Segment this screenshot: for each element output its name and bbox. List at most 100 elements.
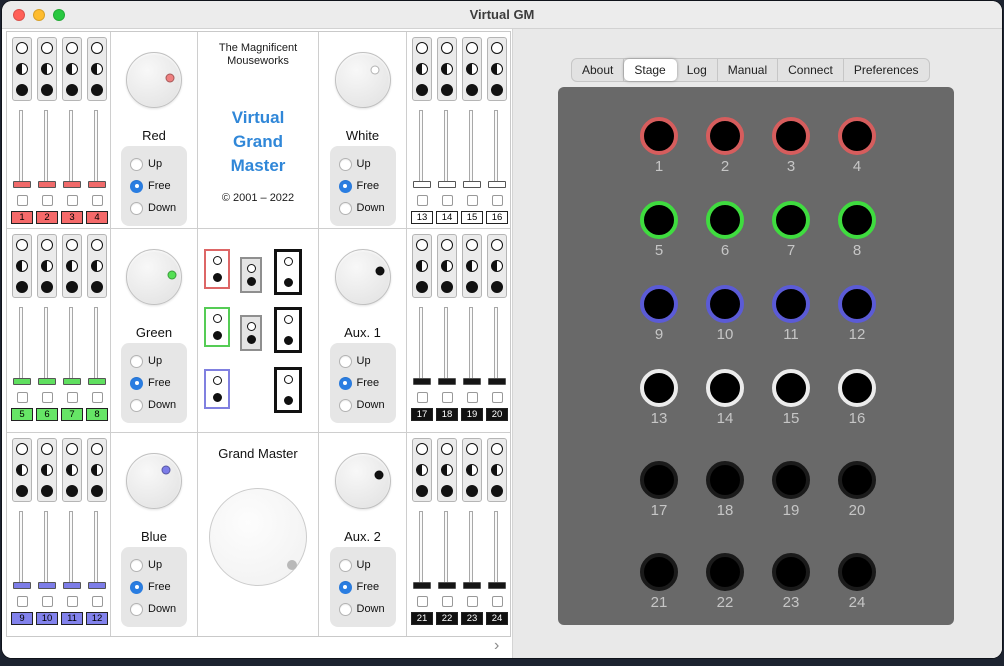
channel-fader[interactable] — [87, 511, 107, 589]
channel-fader[interactable] — [462, 110, 482, 188]
channel-fader[interactable] — [62, 110, 82, 188]
radio-down[interactable] — [339, 603, 352, 616]
radio-option-down[interactable]: Down — [130, 598, 187, 620]
channel-switch-up[interactable] — [16, 443, 28, 455]
channel-switch-down[interactable] — [91, 84, 103, 96]
radio-free[interactable] — [130, 180, 143, 193]
radio-option-down[interactable]: Down — [339, 598, 396, 620]
channel-fader[interactable] — [37, 511, 57, 589]
channel-fader[interactable] — [12, 307, 32, 385]
fader-thumb[interactable] — [38, 378, 56, 385]
channel-fader[interactable] — [12, 511, 32, 589]
fader-thumb[interactable] — [463, 582, 481, 589]
channel-switch-up[interactable] — [66, 443, 78, 455]
radio-option-free[interactable]: Free — [339, 175, 396, 197]
fader-thumb[interactable] — [438, 181, 456, 188]
fader-thumb[interactable] — [438, 582, 456, 589]
channel-switch-down[interactable] — [491, 281, 503, 293]
radio-option-up[interactable]: Up — [130, 350, 187, 372]
gray-assign-switch-1[interactable] — [240, 257, 262, 293]
channel-switch-up[interactable] — [416, 443, 428, 455]
channel-switch-down[interactable] — [491, 485, 503, 497]
channel-fader[interactable] — [462, 307, 482, 385]
channel-switch-down[interactable] — [16, 485, 28, 497]
channel-fader[interactable] — [62, 511, 82, 589]
radio-free[interactable] — [130, 377, 143, 390]
minimize-button[interactable] — [33, 9, 45, 21]
channel-checkbox[interactable] — [417, 392, 428, 403]
radio-up[interactable] — [130, 355, 143, 368]
channel-checkbox[interactable] — [92, 392, 103, 403]
fader-thumb[interactable] — [88, 582, 106, 589]
black-assign-switch-3[interactable] — [274, 367, 302, 413]
radio-down[interactable] — [130, 202, 143, 215]
radio-up[interactable] — [339, 158, 352, 171]
fader-thumb[interactable] — [413, 378, 431, 385]
radio-option-up[interactable]: Up — [339, 554, 396, 576]
channel-switch-down[interactable] — [41, 84, 53, 96]
channel-switch-mid[interactable] — [66, 260, 78, 272]
channel-switch-mid[interactable] — [91, 260, 103, 272]
radio-free[interactable] — [339, 581, 352, 594]
channel-switch-mid[interactable] — [441, 464, 453, 476]
channel-checkbox[interactable] — [467, 596, 478, 607]
channel-switch-mid[interactable] — [66, 63, 78, 75]
channel-fader[interactable] — [487, 110, 507, 188]
channel-switch-up[interactable] — [91, 239, 103, 251]
channel-switch-up[interactable] — [441, 239, 453, 251]
radio-up[interactable] — [130, 158, 143, 171]
radio-option-down[interactable]: Down — [130, 394, 187, 416]
close-button[interactable] — [13, 9, 25, 21]
channel-fader[interactable] — [437, 110, 457, 188]
red-knob[interactable] — [126, 52, 182, 108]
fader-thumb[interactable] — [488, 181, 506, 188]
channel-fader[interactable] — [37, 110, 57, 188]
red-assign-switch[interactable] — [204, 249, 230, 289]
channel-switch-up[interactable] — [491, 42, 503, 54]
channel-switch-down[interactable] — [416, 281, 428, 293]
channel-switch-up[interactable] — [91, 443, 103, 455]
radio-down[interactable] — [130, 399, 143, 412]
channel-switch-up[interactable] — [441, 443, 453, 455]
black-assign-switch-2[interactable] — [274, 307, 302, 353]
channel-switch-down[interactable] — [416, 485, 428, 497]
channel-fader[interactable] — [487, 511, 507, 589]
channel-switch-up[interactable] — [41, 42, 53, 54]
channel-checkbox[interactable] — [92, 195, 103, 206]
channel-fader[interactable] — [412, 511, 432, 589]
channel-fader[interactable] — [437, 307, 457, 385]
green-knob[interactable] — [126, 249, 182, 305]
radio-option-down[interactable]: Down — [339, 394, 396, 416]
tab-connect[interactable]: Connect — [778, 59, 844, 81]
radio-up[interactable] — [130, 559, 143, 572]
grand-master-knob[interactable] — [209, 488, 307, 586]
gray-assign-switch-2[interactable] — [240, 315, 262, 351]
fader-thumb[interactable] — [413, 582, 431, 589]
blue-knob[interactable] — [126, 453, 182, 509]
radio-option-down[interactable]: Down — [339, 197, 396, 219]
fader-thumb[interactable] — [88, 181, 106, 188]
channel-switch-down[interactable] — [441, 84, 453, 96]
channel-checkbox[interactable] — [442, 195, 453, 206]
fader-thumb[interactable] — [63, 181, 81, 188]
fader-thumb[interactable] — [63, 582, 81, 589]
next-page-chevron-icon[interactable]: › — [488, 635, 505, 657]
radio-option-down[interactable]: Down — [130, 197, 187, 219]
black-assign-switch-1[interactable] — [274, 249, 302, 295]
channel-switch-mid[interactable] — [491, 63, 503, 75]
channel-fader[interactable] — [462, 511, 482, 589]
channel-switch-down[interactable] — [416, 84, 428, 96]
radio-option-up[interactable]: Up — [339, 153, 396, 175]
channel-switch-mid[interactable] — [466, 63, 478, 75]
channel-switch-up[interactable] — [491, 443, 503, 455]
channel-checkbox[interactable] — [42, 195, 53, 206]
fader-thumb[interactable] — [413, 181, 431, 188]
radio-free[interactable] — [339, 377, 352, 390]
channel-switch-up[interactable] — [416, 42, 428, 54]
aux-1-knob[interactable] — [335, 249, 391, 305]
channel-switch-mid[interactable] — [491, 464, 503, 476]
radio-option-free[interactable]: Free — [130, 175, 187, 197]
channel-switch-up[interactable] — [91, 42, 103, 54]
fader-thumb[interactable] — [63, 378, 81, 385]
channel-switch-up[interactable] — [491, 239, 503, 251]
